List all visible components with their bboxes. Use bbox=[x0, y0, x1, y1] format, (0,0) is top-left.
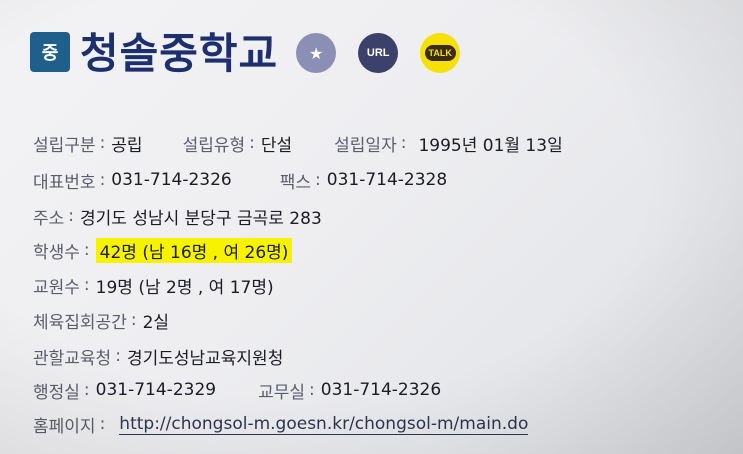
fax-label: 팩스 bbox=[279, 172, 312, 193]
url-share-icon[interactable]: URL bbox=[358, 33, 399, 73]
school-level-badge: 중 bbox=[30, 32, 70, 72]
gym-label: 체육집회공간 bbox=[33, 312, 127, 333]
kind-label: 설립유형 bbox=[182, 135, 246, 156]
colon: : bbox=[83, 275, 90, 295]
info-row-students: 학생수 : 42명 (남 16명 , 여 26명) bbox=[33, 236, 293, 264]
info-row-office: 관할교육청 : 경기도성남교육지원청 bbox=[33, 342, 283, 370]
colon: : bbox=[115, 346, 121, 366]
school-header: 중 청솔중학교 ★ URL TALK bbox=[30, 22, 482, 78]
colon: : bbox=[309, 380, 315, 400]
office-value: 경기도성남교육지원청 bbox=[126, 348, 284, 369]
homepage-link[interactable]: http://chongsol-m.goesn.kr/chongsol-m/ma… bbox=[119, 414, 529, 435]
colon: : bbox=[68, 206, 75, 226]
colon: : bbox=[83, 240, 90, 260]
school-name: 청솔중학교 bbox=[80, 28, 279, 78]
type-value: 공립 bbox=[111, 135, 143, 156]
colon: : bbox=[249, 133, 255, 153]
date-label: 설립일자 bbox=[334, 135, 397, 156]
address-value: 경기도 성남시 분당구 금곡로 283 bbox=[80, 208, 322, 229]
teachers-value: 19명 (남 2명 , 여 17명) bbox=[95, 277, 274, 298]
students-label: 학생수 bbox=[33, 242, 80, 263]
office-label: 관할교육청 bbox=[33, 348, 112, 369]
staff-label: 교무실 bbox=[258, 382, 306, 403]
students-value-highlighted: 42명 (남 16명 , 여 26명) bbox=[95, 237, 293, 263]
homepage-label: 홈페이지 bbox=[33, 416, 96, 437]
colon: : bbox=[99, 133, 106, 153]
date-value: 1995년 01월 13일 bbox=[418, 135, 563, 156]
address-label: 주소 bbox=[33, 208, 65, 229]
share-icons: ★ URL TALK bbox=[296, 33, 482, 73]
info-row-address: 주소 : 경기도 성남시 분당구 금곡로 283 bbox=[33, 202, 322, 230]
info-row-homepage: 홈페이지 : http://chongsol-m.goesn.kr/chongs… bbox=[33, 410, 529, 438]
info-row-teachers: 교원수 : 19명 (남 2명 , 여 17명) bbox=[33, 271, 274, 299]
kind-value: 단설 bbox=[260, 135, 293, 156]
colon: : bbox=[400, 133, 407, 153]
colon: : bbox=[315, 170, 321, 190]
favorite-star-icon[interactable]: ★ bbox=[296, 33, 337, 73]
colon: : bbox=[130, 310, 137, 330]
colon: : bbox=[99, 414, 106, 434]
staff-value: 031-714-2326 bbox=[320, 380, 442, 400]
info-row-establishment: 설립구분 : 공립 설립유형 : 단설 설립일자 : 1995년 01월 13일 bbox=[33, 129, 563, 157]
admin-label: 행정실 bbox=[33, 382, 80, 403]
info-row-contact: 대표번호 : 031-714-2326 팩스 : 031-714-2328 bbox=[33, 166, 447, 194]
url-icon-label: URL bbox=[366, 47, 390, 59]
phone-value: 031-714-2326 bbox=[111, 170, 232, 190]
talk-icon-label: TALK bbox=[424, 45, 456, 61]
info-row-office-phones: 행정실 : 031-714-2329 교무실 : 031-714-2326 bbox=[33, 376, 441, 404]
phone-label: 대표번호 bbox=[33, 172, 96, 193]
kakaotalk-share-icon[interactable]: TALK bbox=[420, 33, 461, 73]
type-label: 설립구분 bbox=[33, 135, 96, 156]
gym-value: 2실 bbox=[142, 312, 170, 333]
info-row-gym: 체육집회공간 : 2실 bbox=[33, 306, 169, 334]
colon: : bbox=[99, 170, 106, 190]
colon: : bbox=[83, 380, 90, 400]
admin-value: 031-714-2329 bbox=[95, 380, 217, 400]
fax-value: 031-714-2328 bbox=[326, 170, 448, 190]
teachers-label: 교원수 bbox=[33, 277, 80, 298]
